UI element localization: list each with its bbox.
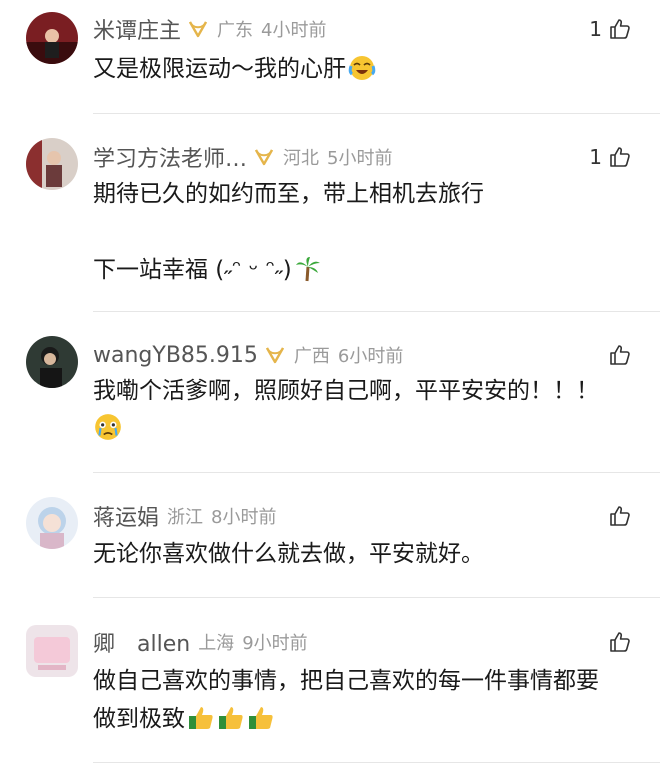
comment-text: 做自己喜欢的事情，把自己喜欢的每一件事情都要: [93, 668, 599, 694]
like-count: 1: [589, 145, 602, 169]
timestamp: 8小时前: [211, 507, 277, 528]
comment-text: 无论你喜欢做什么就去做，平安就好。: [93, 541, 484, 567]
user-name[interactable]: 学习方法老师…: [93, 141, 247, 173]
laughing-tears-emoji-icon: [348, 56, 376, 80]
like-button[interactable]: [602, 499, 632, 533]
avatar[interactable]: [26, 138, 78, 190]
region: 河北: [283, 148, 320, 169]
region: 浙江: [167, 507, 204, 528]
user-name[interactable]: 蒋运娟: [93, 500, 159, 532]
comment-text: 我嘞个活爹啊，照顾好自己啊，平平安安的！！！: [93, 378, 599, 404]
comment-text: 期待已久的如约而至，带上相机去旅行: [93, 181, 484, 207]
thumbs-up-icon: [610, 19, 630, 39]
timestamp: 4小时前: [261, 20, 327, 41]
region: 广西: [293, 346, 330, 367]
like-button[interactable]: 1: [589, 12, 632, 46]
divider: [93, 597, 660, 598]
avatar[interactable]: [26, 497, 78, 549]
timestamp: 9小时前: [242, 633, 308, 654]
crying-face-emoji-icon: [95, 414, 121, 440]
like-button[interactable]: [602, 338, 632, 372]
palm-tree-emoji-icon: [295, 257, 320, 282]
like-button[interactable]: [602, 625, 632, 659]
user-name[interactable]: 卿 allen: [93, 626, 190, 658]
timestamp: 5小时前: [327, 148, 393, 169]
thumbs-up-emoji-icon: [189, 707, 213, 729]
like-count: 1: [589, 17, 602, 41]
thumbs-up-emoji-icon: [219, 707, 243, 729]
user-name[interactable]: 米谭庄主: [93, 13, 181, 45]
thumbs-up-icon: [610, 632, 630, 652]
vip-badge-icon: [254, 149, 274, 166]
divider: [93, 113, 660, 114]
like-button[interactable]: 1: [589, 140, 632, 174]
region: 广东: [217, 20, 254, 41]
divider: [93, 472, 660, 473]
avatar[interactable]: [26, 625, 78, 677]
divider: [93, 311, 660, 312]
avatar[interactable]: [26, 336, 78, 388]
avatar[interactable]: [26, 12, 78, 64]
vip-badge-icon: [265, 347, 284, 364]
divider: [93, 762, 660, 763]
region: 上海: [198, 633, 235, 654]
thumbs-up-icon: [610, 345, 630, 365]
vip-badge-icon: [188, 21, 208, 38]
comment-text: 下一站幸福 (˶ᵔ ᵕ ᵔ˶): [93, 251, 636, 289]
thumbs-up-icon: [610, 147, 630, 167]
user-name[interactable]: wangYB85.915: [93, 343, 258, 368]
comment-text: 又是极限运动～我的心肝: [93, 50, 636, 88]
thumbs-up-icon: [610, 506, 630, 526]
timestamp: 6小时前: [337, 346, 404, 367]
thumbs-up-emoji-icon: [249, 707, 273, 729]
comment-text: 做到极致: [93, 700, 636, 738]
